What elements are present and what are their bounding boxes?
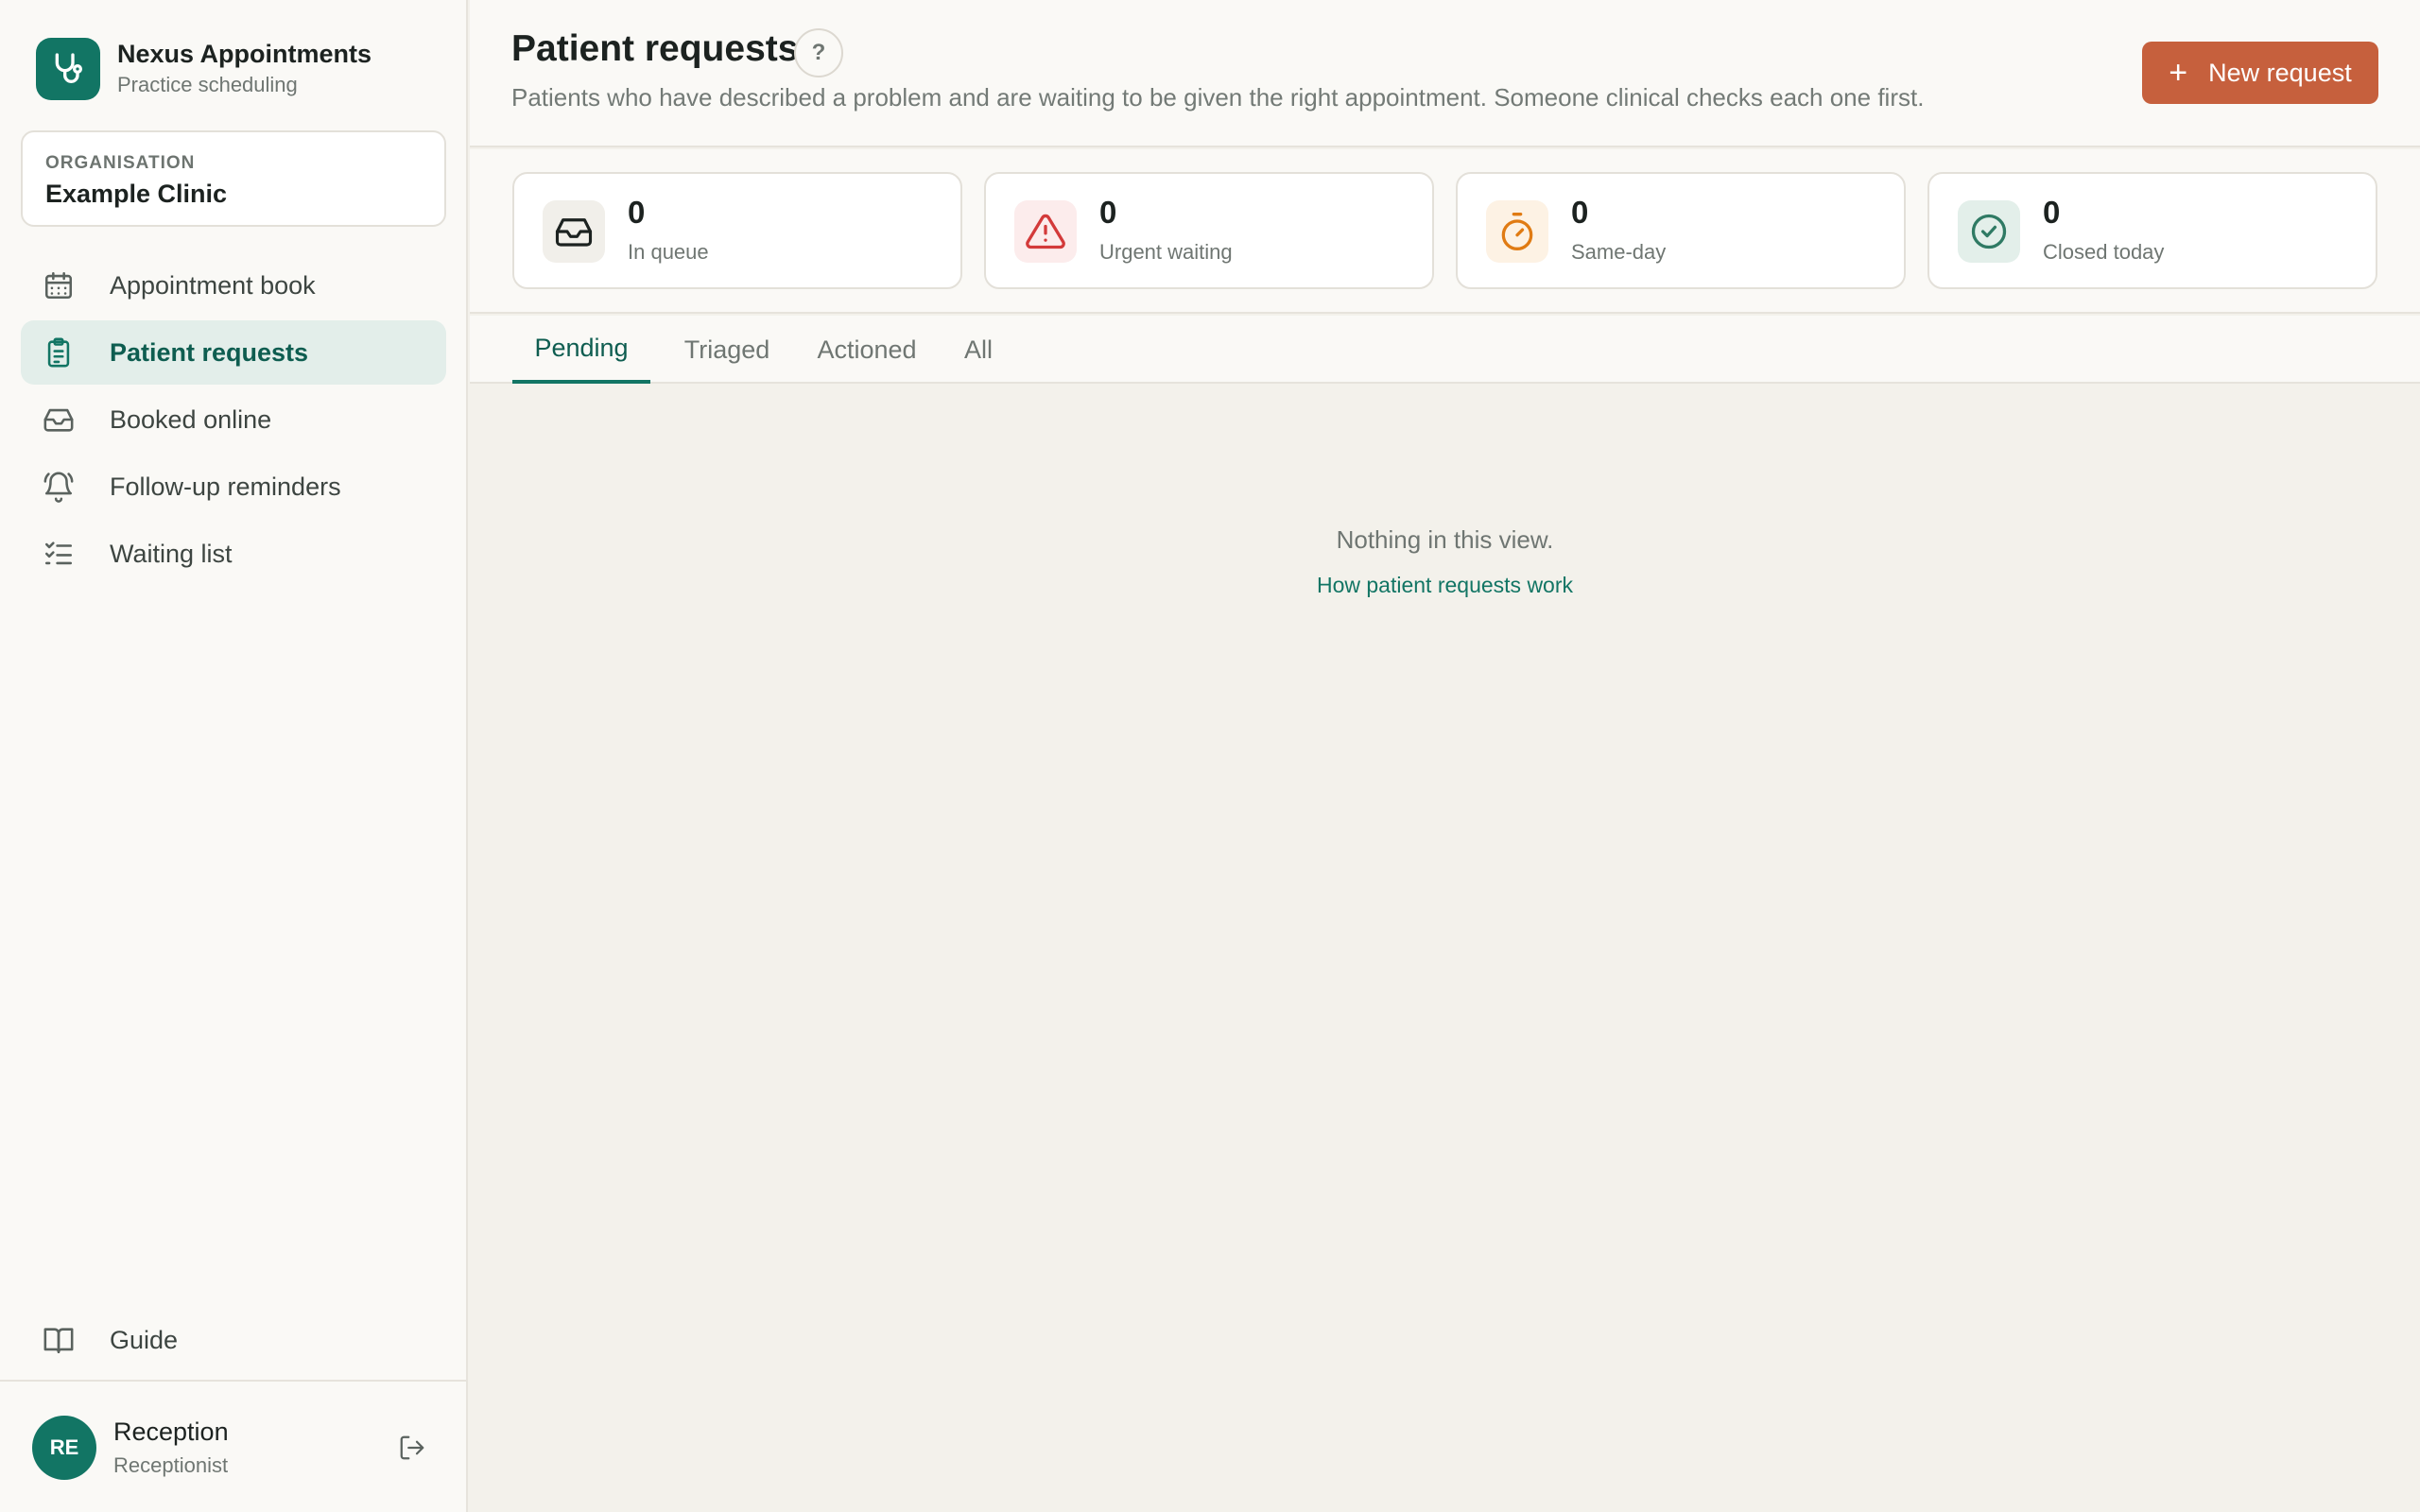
user-role: Receptionist bbox=[113, 1453, 229, 1477]
check-circle-icon bbox=[1958, 200, 2020, 263]
sidebar-item-label: Appointment book bbox=[110, 270, 316, 300]
request-tabs: Pending Triaged Actioned All bbox=[470, 316, 2420, 384]
stethoscope-icon bbox=[36, 38, 100, 100]
stat-value: 0 bbox=[2043, 195, 2061, 230]
calendar-icon bbox=[40, 266, 78, 304]
brand: Nexus Appointments Practice scheduling bbox=[36, 38, 372, 100]
sidebar-item-label: Waiting list bbox=[110, 539, 233, 568]
stat-value: 0 bbox=[1099, 195, 1117, 230]
stats-bar: 0 In queue 0 Urgent waiting 0 Same-day 0… bbox=[470, 149, 2420, 314]
user-name: Reception bbox=[113, 1418, 229, 1446]
tab-pending[interactable]: Pending bbox=[512, 316, 650, 384]
warning-icon bbox=[1014, 200, 1077, 263]
sidebar-item-appointment-book[interactable]: Appointment book bbox=[21, 253, 446, 318]
sidebar-item-label: Patient requests bbox=[110, 337, 309, 367]
guide-label: Guide bbox=[110, 1325, 179, 1354]
timer-icon bbox=[1486, 200, 1548, 263]
avatar[interactable]: RE bbox=[32, 1416, 96, 1480]
sidebar-nav: Appointment book Patient requests Booked… bbox=[21, 253, 446, 589]
sidebar: Nexus Appointments Practice scheduling O… bbox=[0, 0, 468, 1512]
stat-card-in-queue: 0 In queue bbox=[512, 172, 962, 289]
organisation-name: Example Clinic bbox=[45, 180, 228, 208]
stat-value: 0 bbox=[628, 195, 646, 230]
sidebar-item-follow-up-reminders[interactable]: Follow-up reminders bbox=[21, 455, 446, 519]
empty-state-message: Nothing in this view. bbox=[1336, 525, 1554, 554]
brand-name: Nexus Appointments bbox=[117, 40, 372, 68]
page-header: Patient requests ? Patients who have des… bbox=[470, 0, 2420, 147]
new-request-label: New request bbox=[2208, 58, 2352, 87]
stat-label: Closed today bbox=[2043, 240, 2165, 264]
organisation-selector[interactable]: ORGANISATION Example Clinic bbox=[21, 130, 446, 227]
sidebar-item-label: Booked online bbox=[110, 404, 272, 434]
inbox-icon bbox=[543, 200, 605, 263]
sidebar-item-label: Follow-up reminders bbox=[110, 472, 341, 501]
brand-subtitle: Practice scheduling bbox=[117, 73, 298, 96]
stat-label: Same-day bbox=[1571, 240, 1667, 264]
organisation-label: ORGANISATION bbox=[45, 153, 196, 173]
bell-icon bbox=[40, 468, 78, 506]
book-icon bbox=[40, 1321, 78, 1359]
page-title: Patient requests bbox=[511, 28, 799, 69]
sidebar-item-booked-online[interactable]: Booked online bbox=[21, 387, 446, 452]
clipboard-icon bbox=[40, 334, 78, 371]
checklist-icon bbox=[40, 535, 78, 573]
page-description: Patients who have described a problem an… bbox=[511, 83, 1925, 112]
stat-card-closed-today: 0 Closed today bbox=[1927, 172, 2377, 289]
sidebar-item-patient-requests[interactable]: Patient requests bbox=[21, 320, 446, 385]
stat-label: In queue bbox=[628, 240, 709, 264]
stat-label: Urgent waiting bbox=[1099, 240, 1233, 264]
stat-card-same-day: 0 Same-day bbox=[1456, 172, 1906, 289]
plus-icon: + bbox=[2169, 55, 2188, 91]
sidebar-item-guide[interactable]: Guide bbox=[21, 1308, 446, 1372]
logout-icon[interactable] bbox=[393, 1429, 431, 1467]
sidebar-item-waiting-list[interactable]: Waiting list bbox=[21, 522, 446, 586]
help-button[interactable]: ? bbox=[794, 28, 843, 77]
how-requests-work-link[interactable]: How patient requests work bbox=[470, 573, 2420, 598]
tab-actioned[interactable]: Actioned bbox=[803, 316, 931, 384]
guide-link[interactable]: Guide bbox=[21, 1308, 446, 1375]
tab-all[interactable]: All bbox=[950, 316, 1007, 384]
user-profile: RE Reception Receptionist bbox=[0, 1380, 466, 1512]
stat-value: 0 bbox=[1571, 195, 1589, 230]
tab-triaged[interactable]: Triaged bbox=[670, 316, 784, 384]
new-request-button[interactable]: + New request bbox=[2142, 42, 2378, 104]
stat-card-urgent-waiting: 0 Urgent waiting bbox=[984, 172, 1434, 289]
inbox-icon bbox=[40, 401, 78, 438]
